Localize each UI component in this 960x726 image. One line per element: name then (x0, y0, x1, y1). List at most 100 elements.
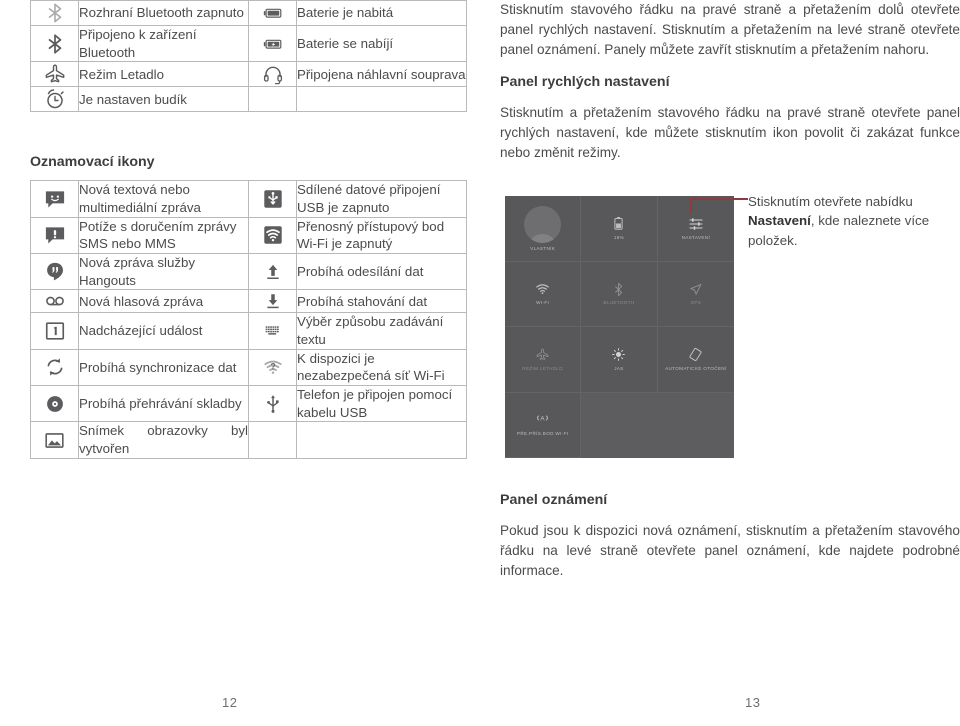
table-row: Připojeno k zařízení Bluetooth Baterie se… (30, 24, 467, 63)
row-label-right: Připojena náhlavní souprava (296, 61, 467, 88)
settings-sliders-icon (688, 217, 704, 231)
table-row: Režim Letadlo Připojena náhlavní souprava (30, 61, 467, 88)
quick-settings-tile-bluetooth[interactable]: BLUETOOTH (581, 261, 658, 327)
quick-settings-panel-screenshot: VLASTNÍK 16% NASTAVENÍ WI-FI BLUETOOTH GPS REŽ… (505, 196, 734, 458)
quick-settings-empty-cell (581, 392, 658, 458)
airplane-icon (30, 61, 79, 88)
manual-page-spread: Rozhraní Bluetooth zapnuto Baterie je nab… (0, 0, 960, 726)
row-label-left: Nová zpráva služby Hangouts (78, 253, 249, 291)
row-label-left: Rozhraní Bluetooth zapnuto (78, 0, 249, 26)
quick-settings-tile-owner-avatar[interactable]: VLASTNÍK (505, 196, 582, 262)
usb-tether-icon (248, 180, 297, 218)
quick-settings-tile-label: BLUETOOTH (603, 300, 635, 306)
wifi-hotspot-icon (248, 216, 297, 255)
callout-horizontal-line (690, 198, 748, 200)
row-label-left: Nová textová nebo multimediální zpráva (78, 180, 249, 218)
download-icon (248, 289, 297, 314)
row-label-left: Připojeno k zařízení Bluetooth (78, 24, 249, 63)
row-label-right: Výběr způsobu zadávání textu (296, 312, 467, 350)
table-row: Nová hlasová zpráva Probíhá stahování dat (30, 289, 467, 314)
wifi-open-network-icon: ? (248, 348, 297, 387)
table-row: Nová zpráva služby Hangouts Probíhá odesí… (30, 253, 467, 291)
row-label-left: Potíže s doručením zprávy SMS nebo MMS (78, 216, 249, 255)
quick-settings-tile-brightness[interactable]: JAS (581, 327, 658, 393)
row-label-left: Režim Letadlo (78, 61, 249, 88)
table-row: Snímek obrazovky byl vytvořen (30, 421, 467, 459)
quick-settings-tile-label: JAS (614, 365, 624, 371)
quick-settings-tile-wifi[interactable]: WI-FI (505, 261, 582, 327)
quick-settings-tile-gps[interactable]: GPS (657, 262, 734, 327)
callout-vertical-line (690, 198, 692, 213)
quick-settings-tile-label: AUTOMATICKÉ OTOČENÍ (665, 365, 727, 371)
battery-icon (614, 217, 624, 231)
notification-panel-paragraph: Pokud jsou k dispozici nová oznámení, st… (500, 523, 960, 578)
row-label-right: Probíhá stahování dat (296, 289, 467, 314)
auto-rotate-icon (688, 348, 703, 362)
quick-settings-tile-label: GPS (690, 300, 702, 306)
quick-settings-heading: Panel rychlých nastavení (500, 73, 670, 90)
voicemail-icon (30, 289, 79, 314)
alarm-clock-icon (30, 86, 79, 113)
svg-text:?: ? (270, 361, 275, 371)
table-row: Probíhá přehrávání skladby Telefon je při… (30, 385, 467, 423)
table-row: Potíže s doručením zprávy SMS nebo MMS Př… (30, 216, 467, 255)
quick-settings-tile-battery[interactable]: 16% (581, 196, 658, 262)
quick-settings-tile-label: VLASTNÍK (530, 245, 556, 251)
quick-settings-tile-label: 16% (613, 234, 625, 240)
message-problem-icon (30, 216, 79, 255)
quick-settings-tile-hotspot[interactable]: A PŘE.PŘÍS.BOD WI-FI (505, 392, 582, 458)
notification-icons-table: Nová textová nebo multimediální zpráva Sd… (30, 180, 467, 459)
row-label-left: Nová hlasová zpráva (78, 289, 249, 314)
right-page-column: Stisknutím stavového řádku na pravé stra… (500, 0, 960, 177)
table-row: Rozhraní Bluetooth zapnuto Baterie je nab… (30, 0, 467, 26)
quick-settings-tile-label: PŘE.PŘÍS.BOD WI-FI (516, 431, 569, 437)
row-label-right (296, 86, 467, 113)
quick-settings-tile-airplane[interactable]: REŽIM LETADLO (505, 327, 582, 393)
brightness-icon (611, 348, 626, 362)
row-label-right: Baterie je nabitá (296, 0, 467, 26)
battery-full-icon (248, 0, 297, 26)
quick-settings-tile-auto-rotate[interactable]: AUTOMATICKÉ OTOČENÍ (657, 327, 734, 393)
row-label-right: Sdílené datové připojení USB je zapnuto (296, 180, 467, 218)
bluetooth-on-icon (30, 0, 79, 26)
table-row: Nová textová nebo multimediální zpráva Sd… (30, 180, 467, 218)
callout-bold-word: Nastavení (748, 213, 811, 229)
screenshot-icon (30, 421, 79, 459)
gps-icon (688, 282, 703, 296)
status-icons-table: Rozhraní Bluetooth zapnuto Baterie je nab… (30, 0, 467, 113)
row-label-left: Nadcházející událost (78, 312, 249, 350)
row-label-right: Telefon je připojen pomocí kabelu USB (296, 385, 467, 423)
hotspot-icon: A (535, 413, 550, 427)
bluetooth-icon (614, 282, 623, 296)
notification-icons-heading: Oznamovací ikony (30, 154, 155, 171)
notification-panel-heading: Panel oznámení (500, 492, 608, 508)
quick-settings-empty-cell (657, 392, 734, 458)
usb-connected-icon (248, 385, 297, 423)
calendar-event-icon (30, 312, 79, 350)
page-number-left: 12 (222, 695, 238, 710)
music-playing-icon (30, 385, 79, 423)
left-page-column: Rozhraní Bluetooth zapnuto Baterie je nab… (30, 0, 467, 459)
battery-charging-icon (248, 24, 297, 63)
owner-avatar-icon (524, 205, 562, 243)
keyboard-icon (248, 312, 297, 350)
sync-icon (30, 348, 79, 387)
intro-paragraph: Stisknutím stavového řádku na pravé stra… (500, 2, 960, 57)
quick-settings-tile-label: WI-FI (536, 300, 550, 306)
quick-settings-paragraph: Stisknutím a přetažením stavového řádku … (500, 104, 960, 160)
sms-message-icon (30, 180, 79, 218)
row-label-right: K dispozici je nezabezpečená síť Wi-Fi (296, 348, 467, 387)
callout-text-before: Stisknutím otevřete nabídku (748, 194, 913, 209)
row-label-right: Přenosný přístupový bod Wi-Fi je zapnutý (296, 216, 467, 255)
table-row: Probíhá synchronizace dat? K dispozici je… (30, 348, 467, 387)
bluetooth-connected-icon (30, 24, 79, 63)
row-label-left: Probíhá přehrávání skladby (78, 385, 249, 423)
empty-icon-cell (248, 421, 297, 459)
headset-icon (248, 61, 297, 88)
wifi-icon (535, 282, 550, 296)
callout-settings-note: Stisknutím otevřete nabídku Nastavení, k… (748, 192, 954, 250)
quick-settings-tile-label: NASTAVENÍ (681, 234, 711, 240)
quick-settings-tile-settings-sliders[interactable]: NASTAVENÍ (657, 196, 734, 262)
row-label-left: Je nastaven budík (78, 86, 249, 113)
table-row: Nadcházející událost Výběr způsobu zadává… (30, 312, 467, 350)
